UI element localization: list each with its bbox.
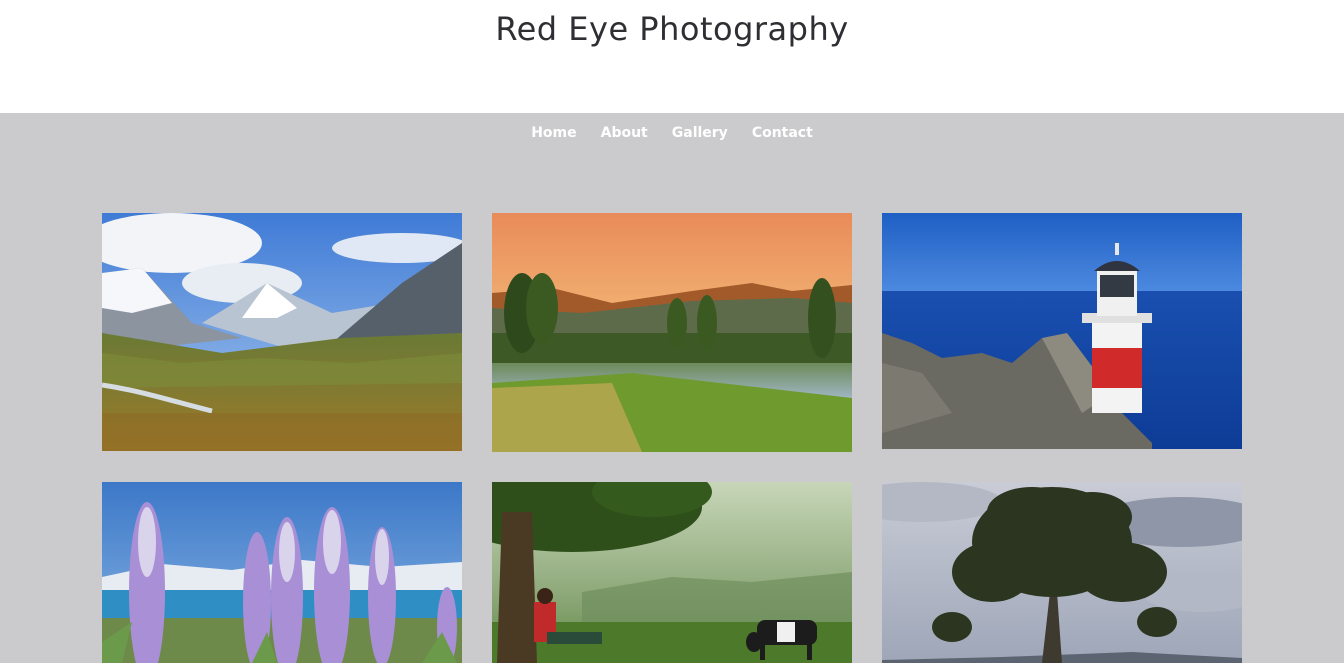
site-header: Red Eye Photography (0, 0, 1344, 113)
sunset-lake-image (492, 213, 852, 452)
gallery-photo-sunset-lake[interactable] (492, 213, 852, 452)
woman-under-tree-image (492, 482, 852, 663)
gallery-photo-woman-under-tree[interactable] (492, 482, 852, 663)
nav-gallery-link[interactable]: Gallery (672, 125, 728, 141)
lupine-flowers-image (102, 482, 462, 663)
nav-home-link[interactable]: Home (531, 125, 576, 141)
mountain-valley-image (102, 213, 462, 451)
site-title: Red Eye Photography (495, 10, 849, 48)
gallery-photo-lone-tree[interactable] (882, 482, 1242, 663)
gallery-photo-lighthouse[interactable] (882, 213, 1242, 449)
lone-tree-image (882, 482, 1242, 663)
lighthouse-image (882, 213, 1242, 449)
gallery-photo-lupine-flowers[interactable] (102, 482, 462, 663)
main-nav: Home About Gallery Contact (0, 113, 1344, 153)
nav-contact-link[interactable]: Contact (752, 125, 813, 141)
gallery-photo-mountain-valley[interactable] (102, 213, 462, 451)
nav-about-link[interactable]: About (601, 125, 648, 141)
